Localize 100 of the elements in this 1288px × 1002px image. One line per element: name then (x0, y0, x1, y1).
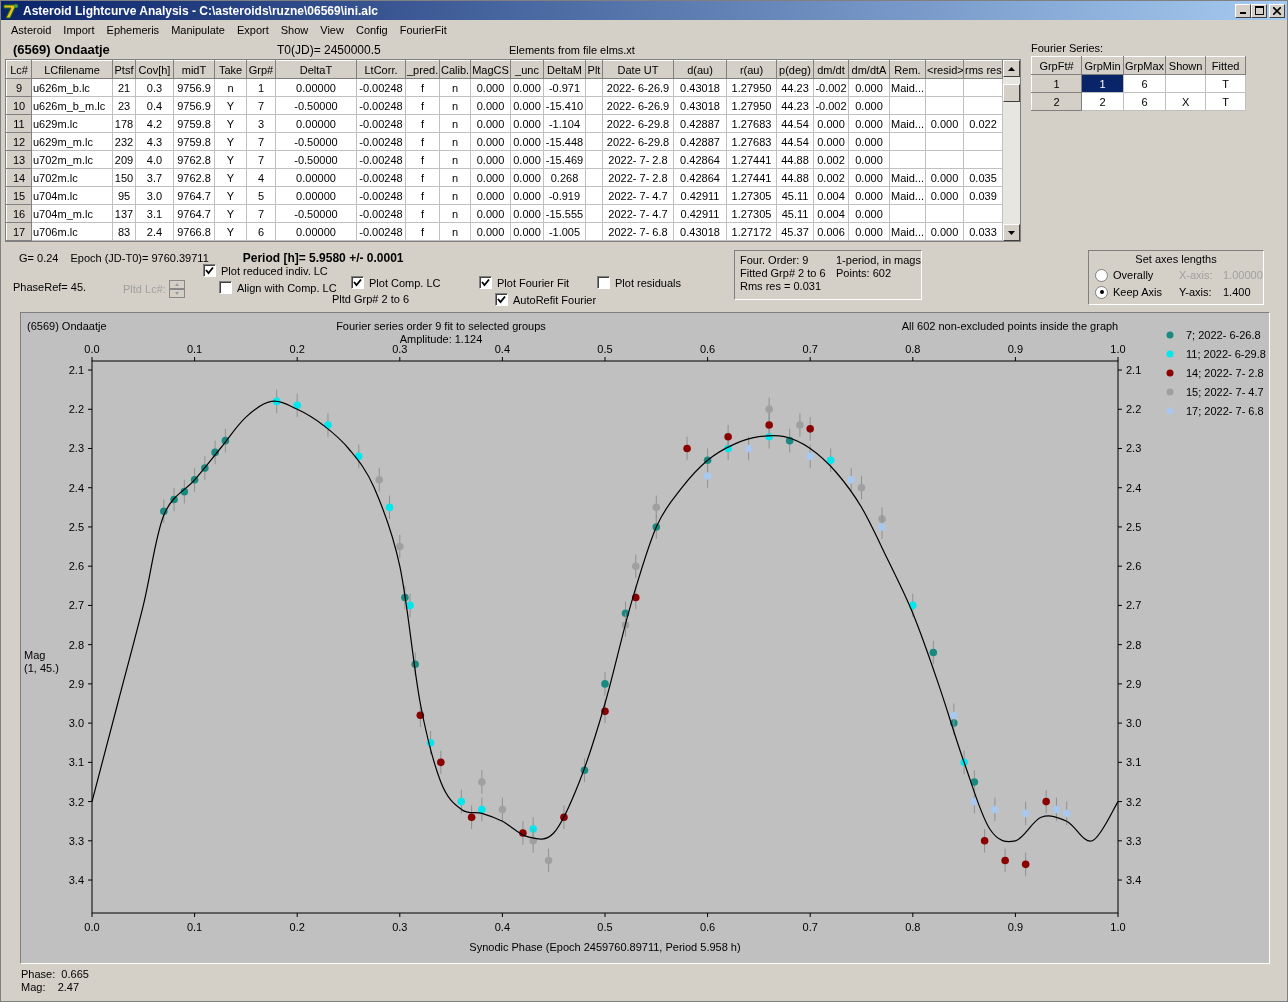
point (765, 405, 773, 414)
table-cell: T (1205, 74, 1246, 93)
menu-item[interactable]: Import (57, 24, 101, 36)
table-cell: 0.000 (925, 186, 964, 205)
column-header[interactable]: midT (173, 60, 215, 79)
point (847, 476, 856, 484)
check-icon (353, 278, 362, 287)
tick-label: 0.5 (597, 343, 613, 355)
table-cell: Maid... (889, 168, 926, 187)
column-header[interactable]: MagCS (470, 60, 511, 79)
column-header[interactable]: d(au) (673, 60, 727, 79)
column-header[interactable]: Lc# (6, 60, 32, 79)
scrollbar[interactable] (1003, 60, 1020, 241)
table-cell: 150 (112, 168, 136, 187)
column-header[interactable]: Take (214, 60, 247, 79)
maximize-button[interactable] (1251, 3, 1267, 18)
table-cell: 2022- 7- 6.8 (602, 222, 674, 241)
menu-item[interactable]: Asteroid (5, 24, 58, 36)
menu-item[interactable]: Export (230, 24, 275, 36)
column-header[interactable]: Cov[h] (135, 60, 174, 79)
column-header[interactable]: Date UT (602, 60, 674, 79)
scroll-down-button[interactable] (1003, 224, 1020, 241)
checkbox[interactable]: Align with Comp. LC (219, 279, 337, 296)
amplitude-label: Amplitude: 1.124 (399, 333, 483, 345)
table-cell: Y (214, 204, 247, 223)
table-cell: u704m.lc (31, 186, 113, 205)
scroll-up-button[interactable] (1003, 60, 1020, 77)
table-cell: 2022- 7- 4.7 (602, 186, 674, 205)
object-name: (6569) Ondaatje (13, 42, 111, 57)
table-cell: -0.50000 (275, 96, 357, 115)
table-cell: 5 (246, 186, 276, 205)
point (652, 503, 661, 512)
checkbox[interactable]: AutoRefit Fourier (495, 291, 597, 308)
table-cell: -0.00248 (356, 114, 406, 133)
tick-label: 3.0 (68, 717, 84, 730)
column-header[interactable]: Fitted (1205, 56, 1246, 75)
checkbox[interactable]: Plot Fourier Fit (479, 274, 570, 291)
table-cell: 9762.8 (173, 168, 215, 187)
table-cell: 0.000 (848, 114, 890, 133)
column-header[interactable]: DeltaM (543, 60, 586, 79)
column-header[interactable]: Ptsf (112, 60, 136, 79)
radio-button[interactable]: Overally (1095, 267, 1179, 283)
column-header[interactable]: r(au) (726, 60, 777, 79)
menu-item[interactable]: Config (349, 24, 394, 36)
table-cell: 0.000 (848, 204, 890, 223)
menu-item[interactable]: FourierFit (393, 24, 453, 36)
table-cell: 45.11 (776, 186, 814, 205)
epoch-value: Epoch (JD-T0)= 9760.39711 (70, 252, 209, 264)
table-cell: Y (214, 186, 247, 205)
column-header[interactable]: GrpMin (1081, 56, 1124, 75)
checkbox[interactable]: Plot Comp. LC (351, 274, 441, 291)
down-arrow-icon (1008, 230, 1015, 235)
table-cell: 9759.8 (173, 114, 215, 133)
column-header[interactable]: dm/dtA (848, 60, 890, 79)
point (406, 601, 414, 610)
tick-label: 0.0 (84, 343, 100, 355)
table-cell: 0.43018 (673, 78, 727, 97)
table-cell: 3.7 (135, 168, 174, 187)
column-header[interactable]: <resid> (925, 60, 964, 79)
column-header[interactable]: LtCorr. (356, 60, 406, 79)
table-cell: 1.27305 (726, 204, 777, 223)
table-cell: 7 (246, 132, 276, 151)
tick-label: 0.3 (392, 921, 408, 933)
menu-item[interactable]: Show (274, 24, 315, 36)
column-header[interactable]: Calib. (439, 60, 471, 79)
column-header[interactable]: LCfilename (31, 60, 113, 79)
menu-item[interactable]: Manipulate (165, 24, 231, 36)
column-header[interactable]: GrpMax (1123, 56, 1166, 75)
column-header[interactable]: _unc (510, 60, 544, 79)
column-header[interactable]: _pred. (405, 60, 440, 79)
table-cell: -0.50000 (275, 132, 357, 151)
menu-item[interactable]: Ephemeris (100, 24, 166, 36)
column-header[interactable]: GrpFt# (1031, 56, 1082, 75)
tick-label: 0.7 (802, 343, 818, 355)
axis-value: 1.400 (1223, 285, 1252, 300)
checkbox[interactable]: Plot residuals (597, 274, 682, 291)
column-header[interactable]: Grp# (246, 60, 276, 79)
table-cell: 9759.8 (173, 132, 215, 151)
column-header[interactable]: dm/dt (813, 60, 849, 79)
table-cell: n (439, 186, 471, 205)
table-cell: -0.00248 (356, 222, 406, 241)
table-cell: f (405, 222, 440, 241)
table-cell: 0.000 (848, 78, 890, 97)
up-arrow-icon (1008, 66, 1015, 71)
radio-button[interactable]: Keep Axis (1095, 284, 1179, 300)
column-header[interactable]: Rem. (889, 60, 926, 79)
point (991, 805, 999, 814)
column-header[interactable]: p(deg) (776, 60, 814, 79)
close-icon (1273, 6, 1281, 15)
scroll-thumb[interactable] (1003, 84, 1020, 102)
close-button[interactable] (1269, 3, 1285, 18)
column-header[interactable]: DeltaT (275, 60, 357, 79)
menu-item[interactable]: View (314, 24, 350, 36)
column-header[interactable]: rms res (963, 60, 1003, 79)
table-cell: 1.27441 (726, 150, 777, 169)
minimize-button[interactable] (1235, 3, 1251, 18)
column-header[interactable]: Shown (1165, 56, 1206, 75)
table-cell: 0.000 (848, 186, 890, 205)
table-cell: 209 (112, 150, 136, 169)
table-cell: 0.3 (135, 78, 174, 97)
